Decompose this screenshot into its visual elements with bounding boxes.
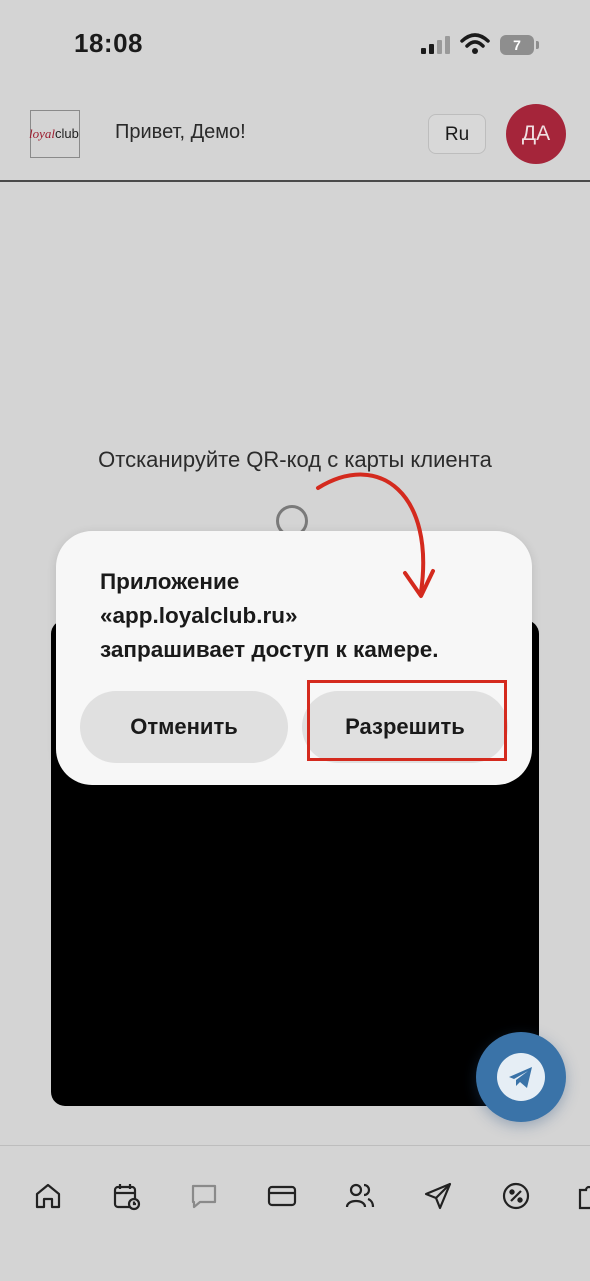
logo-loyal-text: loyal: [29, 126, 55, 141]
status-time: 18:08: [74, 28, 143, 58]
wifi-icon: [460, 33, 490, 54]
cancel-button[interactable]: Отменить: [80, 691, 288, 763]
bottom-nav: [0, 1145, 590, 1281]
puzzle-icon[interactable]: [576, 1180, 590, 1212]
telegram-icon: [497, 1053, 545, 1101]
users-icon[interactable]: [344, 1180, 376, 1212]
logo-club-text: club: [55, 126, 79, 141]
telegram-button[interactable]: [476, 1032, 566, 1122]
dialog-message: Приложение «app.loyalclub.ru» запрашивае…: [100, 565, 520, 667]
battery-icon: 7: [500, 35, 540, 55]
annotation-highlight-box: [307, 680, 507, 761]
app-header: loyalclub Привет, Демо! Ru ДА: [0, 88, 590, 182]
status-bar: 18:08 7: [0, 0, 590, 88]
calendar-icon[interactable]: [110, 1180, 142, 1212]
dialog-message-line: «app.loyalclub.ru»: [100, 603, 298, 628]
loyalclub-logo[interactable]: loyalclub: [29, 110, 80, 158]
greeting-text: Привет, Демо!: [115, 121, 246, 143]
chat-icon[interactable]: [188, 1180, 220, 1212]
discount-icon[interactable]: [500, 1180, 532, 1212]
avatar[interactable]: ДА: [506, 104, 566, 164]
home-icon[interactable]: [32, 1180, 64, 1212]
signal-icon: [421, 36, 450, 54]
send-icon[interactable]: [422, 1180, 454, 1212]
card-icon[interactable]: [266, 1180, 298, 1212]
dialog-message-line: Приложение: [100, 569, 240, 594]
scan-prompt: Отсканируйте QR-код с карты клиента: [98, 447, 492, 472]
dialog-message-line: запрашивает доступ к камере.: [100, 637, 439, 662]
language-button[interactable]: Ru: [428, 114, 486, 154]
battery-level: 7: [500, 35, 534, 55]
